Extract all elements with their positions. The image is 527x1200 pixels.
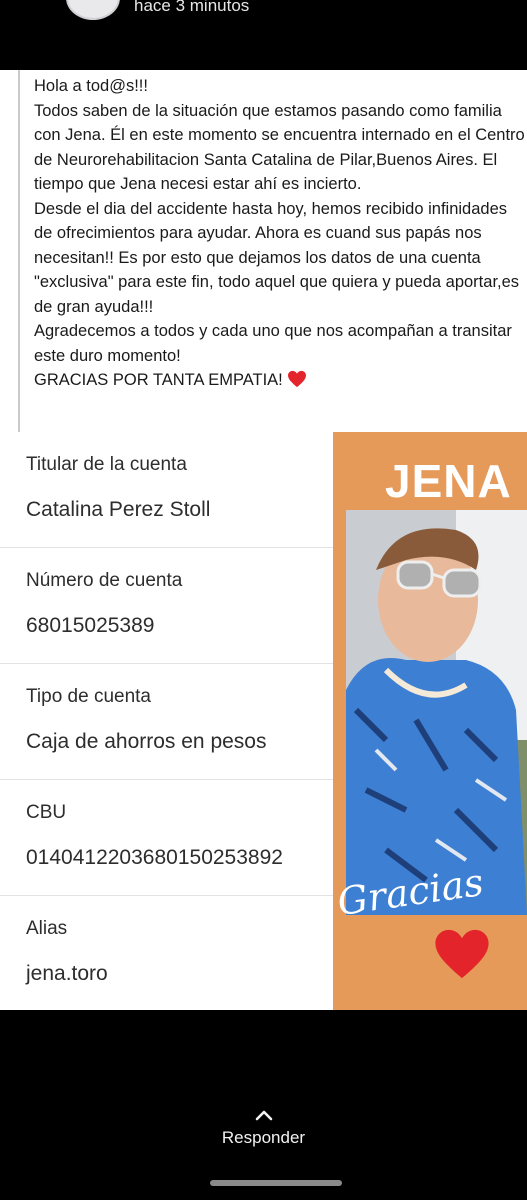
heart-emoji-icon <box>287 370 306 388</box>
top-bar: hace 3 minutos <box>0 0 527 70</box>
cbu-field: CBU 0140412203680150253892 <box>0 780 333 896</box>
chevron-up-icon <box>255 1110 272 1121</box>
poster-image: JENA Gracias <box>333 432 527 1010</box>
field-label: Alias <box>26 918 68 939</box>
alias-field: Alias jena.toro <box>0 896 333 1010</box>
reply-button[interactable]: Responder <box>0 1108 527 1148</box>
field-label: Tipo de cuenta <box>26 686 151 707</box>
field-value: 0140412203680150253892 <box>26 846 283 869</box>
field-value: 68015025389 <box>26 614 155 637</box>
account-holder-field: Titular de la cuenta Catalina Perez Stol… <box>0 432 333 548</box>
account-number-field: Número de cuenta 68015025389 <box>0 548 333 664</box>
child-photo <box>346 510 527 915</box>
poster-title: JENA <box>385 455 512 507</box>
post-content: Hola a tod@s!!! Todos saben de la situac… <box>0 70 527 1010</box>
field-value: jena.toro <box>26 962 108 985</box>
account-type-field: Tipo de cuenta Caja de ahorros en pesos <box>0 664 333 780</box>
account-details-panel: Titular de la cuenta Catalina Perez Stol… <box>0 432 333 1010</box>
field-value: Catalina Perez Stoll <box>26 498 211 521</box>
post-message: Hola a tod@s!!! Todos saben de la situac… <box>34 77 525 389</box>
home-indicator[interactable] <box>210 1180 342 1186</box>
post-time: hace 3 minutos <box>134 0 250 15</box>
heart-icon <box>435 929 489 979</box>
post-message-block: Hola a tod@s!!! Todos saben de la situac… <box>18 70 527 432</box>
field-label: CBU <box>26 802 67 823</box>
reply-label: Responder <box>221 1128 306 1147</box>
field-label: Número de cuenta <box>26 570 183 591</box>
field-value: Caja de ahorros en pesos <box>26 730 267 753</box>
avatar[interactable] <box>66 0 120 20</box>
field-label: Titular de la cuenta <box>26 454 187 475</box>
